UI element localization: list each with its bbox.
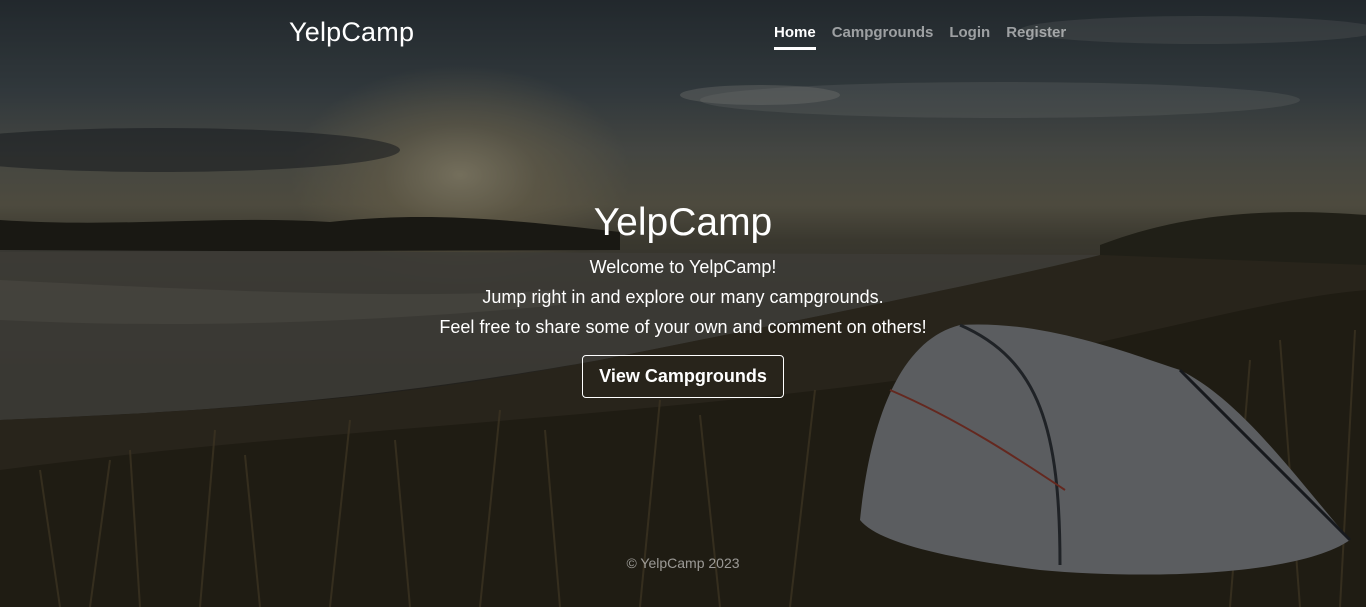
footer-copyright: © YelpCamp 2023	[626, 555, 740, 571]
hero-explore-text: Jump right in and explore our many campg…	[482, 287, 884, 307]
hero-welcome-text: Welcome to YelpCamp!	[589, 257, 777, 277]
hero-share-text: Feel free to share some of your own and …	[439, 317, 927, 337]
view-campgrounds-button[interactable]: View Campgrounds	[582, 355, 784, 398]
main-nav: Home Campgrounds Login Register	[774, 24, 1066, 50]
hero-section: YelpCamp Welcome to YelpCamp! Jump right…	[0, 198, 1366, 398]
nav-link-login[interactable]: Login	[949, 24, 990, 50]
brand-logo[interactable]: YelpCamp	[289, 17, 414, 48]
nav-link-register[interactable]: Register	[1006, 24, 1066, 50]
landing-page: YelpCamp Home Campgrounds Login Register…	[0, 0, 1366, 607]
nav-link-home[interactable]: Home	[774, 24, 816, 50]
hero-title: YelpCamp	[593, 201, 773, 244]
nav-link-campgrounds[interactable]: Campgrounds	[832, 24, 934, 50]
